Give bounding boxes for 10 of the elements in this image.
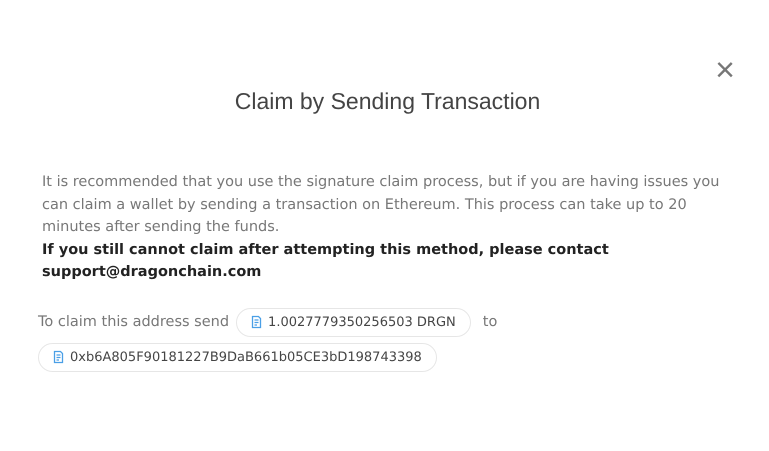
amount-chip[interactable]: 1.0027779350256503 DRGN bbox=[236, 308, 471, 336]
description-text: It is recommended that you use the signature claim process, but if you are having issues you can claim a wallet by sending a transaction on Ethereum. This process can take up to 20 minutes after sending the funds. bbox=[42, 173, 720, 237]
dialog-title: Claim by Sending Transaction bbox=[234, 88, 542, 115]
connector-text: to bbox=[482, 314, 498, 330]
instruction-text: To claim this address send bbox=[38, 314, 230, 330]
warning-text: If you still cannot claim after attempting this method, please contact support@dragonchain.com bbox=[42, 240, 610, 282]
close-button[interactable]: × bbox=[715, 54, 735, 86]
address-chip[interactable]: 0xb6A805F90181227B9DaB661b05CE3bD198743398 bbox=[38, 342, 437, 372]
document-icon bbox=[251, 315, 262, 329]
document-icon bbox=[53, 350, 64, 364]
